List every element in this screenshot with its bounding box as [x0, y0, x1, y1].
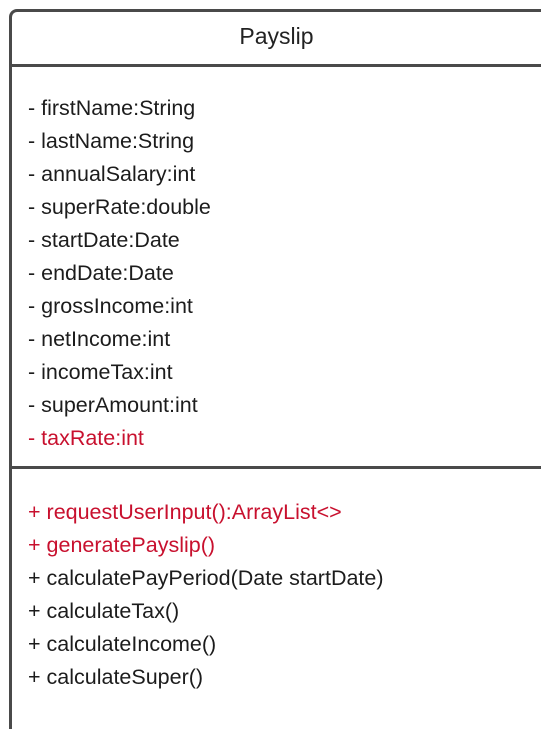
attribute-end-date: - endDate:Date — [28, 261, 174, 285]
operation-request-user-input: + requestUserInput():ArrayList<> — [28, 500, 342, 524]
attribute-gross-income: - grossIncome:int — [28, 294, 193, 318]
operation-calculate-super: + calculateSuper() — [28, 665, 204, 689]
attribute-tax-rate: - taxRate:int — [28, 426, 144, 450]
attribute-start-date: - startDate:Date — [28, 228, 180, 252]
class-name-header: Payslip — [12, 12, 541, 67]
uml-class-box: Payslip - firstName:String - lastName:St… — [9, 9, 541, 729]
attribute-last-name: - lastName:String — [28, 129, 195, 153]
attribute-super-amount: - superAmount:int — [28, 393, 198, 417]
attribute-first-name: - firstName:String — [28, 96, 196, 120]
attribute-net-income: - netIncome:int — [28, 327, 171, 351]
attributes-compartment: - firstName:String - lastName:String - a… — [12, 67, 541, 469]
attribute-income-tax: - incomeTax:int — [28, 360, 173, 384]
operation-calculate-income: + calculateIncome() — [28, 632, 217, 656]
operations-compartment: + requestUserInput():ArrayList<> + gener… — [12, 469, 541, 694]
operation-calculate-pay-period: + calculatePayPeriod(Date startDate) — [28, 566, 384, 590]
operation-generate-payslip: + generatePayslip() — [28, 533, 216, 557]
class-name: Payslip — [239, 22, 314, 49]
operation-calculate-tax: + calculateTax() — [28, 599, 180, 623]
attribute-annual-salary: - annualSalary:int — [28, 162, 196, 186]
attribute-super-rate: - superRate:double — [28, 195, 211, 219]
